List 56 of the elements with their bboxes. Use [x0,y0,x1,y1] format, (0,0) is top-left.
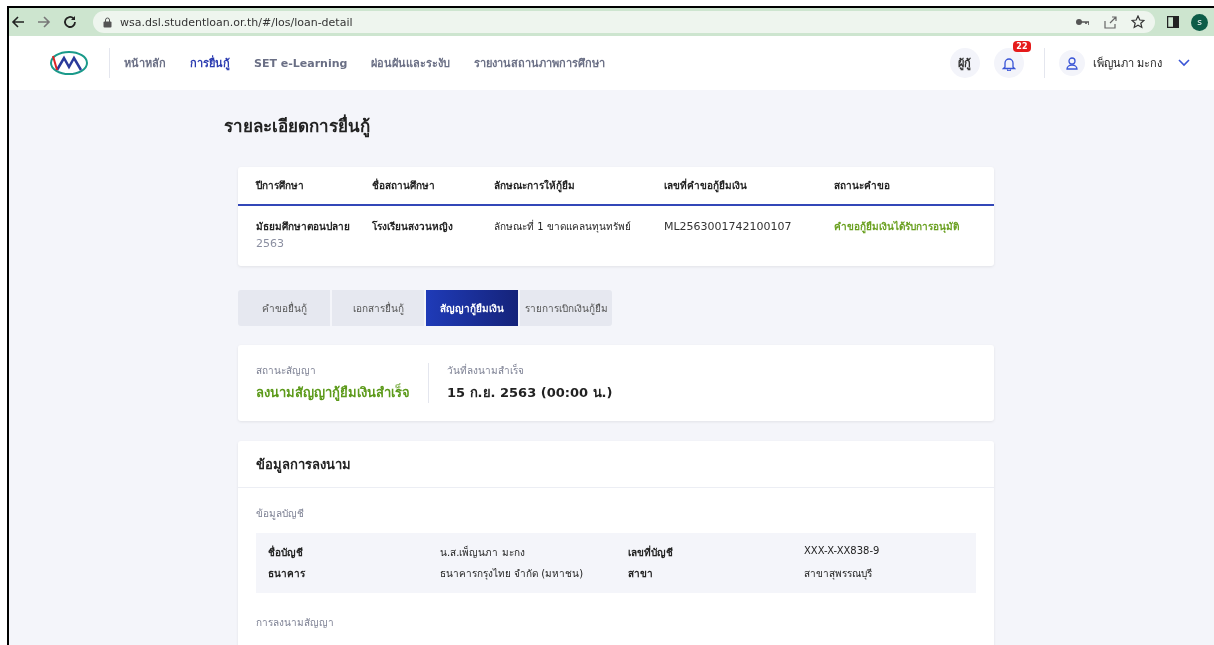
field-label: ชื่อบัญชี [268,545,304,560]
column-header: ชื่อสถานศึกษา [372,178,436,193]
field-value: XXX-X-XX838-9 [804,545,881,558]
field-label: สถานะสัญญา [256,364,317,378]
user-menu[interactable]: เพ็ญนภา มะกง [1058,50,1190,76]
nav-link[interactable]: SET e-Learning [254,56,348,70]
url-text: wsa.dsl.studentloan.or.th/#/los/loan-detail [120,15,353,29]
column-header: ลักษณะการให้กู้ยืม [494,178,576,193]
education-level: มัธยมศึกษาตอนปลาย [256,220,351,234]
column-header: ปีการศึกษา [256,179,305,193]
notification-count: 22 [1013,41,1031,52]
notification-button[interactable] [993,48,1024,78]
tab[interactable]: สัญญากู้ยืมเงิน [426,290,518,326]
nav-link[interactable]: ผ่อนผันและระงับ [371,54,451,72]
field-value: สาขาสุพรรณบุรี [804,567,873,581]
subsection-heading: การลงนามสัญญา [256,616,335,630]
request-status: คำขอกู้ยืมเงินได้รับการอนุมัติ [834,219,960,236]
field-label: ธนาคาร [268,567,306,581]
lock-icon [103,16,112,28]
loan-type: ลักษณะที่ 1 ขาดแคลนทุนทรัพย์ [494,218,632,235]
contract-status: ลงนามสัญญากู้ยืมเงินสำเร็จ [256,382,410,403]
nav-link[interactable]: หน้าหลัก [124,54,166,72]
field-label: วันที่ลงนามสำเร็จ [447,363,525,378]
section-title: ข้อมูลการลงนาม [238,441,994,488]
bell-icon [1001,55,1016,71]
profile-avatar[interactable]: s [1191,13,1208,31]
key-icon[interactable] [1075,17,1089,27]
user-name: เพ็ญนภา มะกง [1092,55,1162,72]
tab[interactable]: รายการเบิกเงินกู้ยืม [520,290,612,326]
chevron-down-icon [1178,59,1190,67]
page-title: รายละเอียดการยื่นกู้ [224,113,371,139]
logo-icon [49,50,89,76]
request-number: ML2563001742100107 [664,219,793,235]
academic-year: 2563 [256,236,285,252]
column-header: สถานะคำขอ [834,179,891,193]
field-label: สาขา [628,567,654,581]
tab[interactable]: คำขอยื่นกู้ [238,290,330,326]
tab[interactable]: เอกสารยื่นกู้ [332,290,424,326]
back-icon[interactable] [11,15,25,29]
field-label: เลขที่บัญชี [628,545,674,560]
field-value: ธนาคารกรุงไทย จำกัด (มหาชน) [440,567,585,581]
role-button[interactable]: ผู้กู้ [949,48,980,78]
column-header: เลขที่คำขอกู้ยืมเงิน [664,178,748,193]
nav-link[interactable]: รายงานสถานภาพการศึกษา [474,54,606,72]
share-icon[interactable] [1103,15,1117,29]
nav-link[interactable]: การยื่นกู้ [190,54,230,72]
address-bar[interactable]: wsa.dsl.studentloan.or.th/#/los/loan-detail [93,11,1155,33]
field-value: น.ส.เพ็ญนภา มะกง [440,545,526,560]
reload-icon[interactable] [63,15,77,29]
star-icon[interactable] [1131,15,1145,29]
signing-date: 15 ก.ย. 2563 (00:00 น.) [447,384,613,402]
school-name: โรงเรียนสงวนหญิง [372,220,454,234]
avatar-icon [1058,50,1085,76]
side-panel-icon[interactable] [1167,16,1179,28]
forward-icon[interactable] [37,15,51,29]
subsection-heading: ข้อมูลบัญชี [256,507,305,521]
